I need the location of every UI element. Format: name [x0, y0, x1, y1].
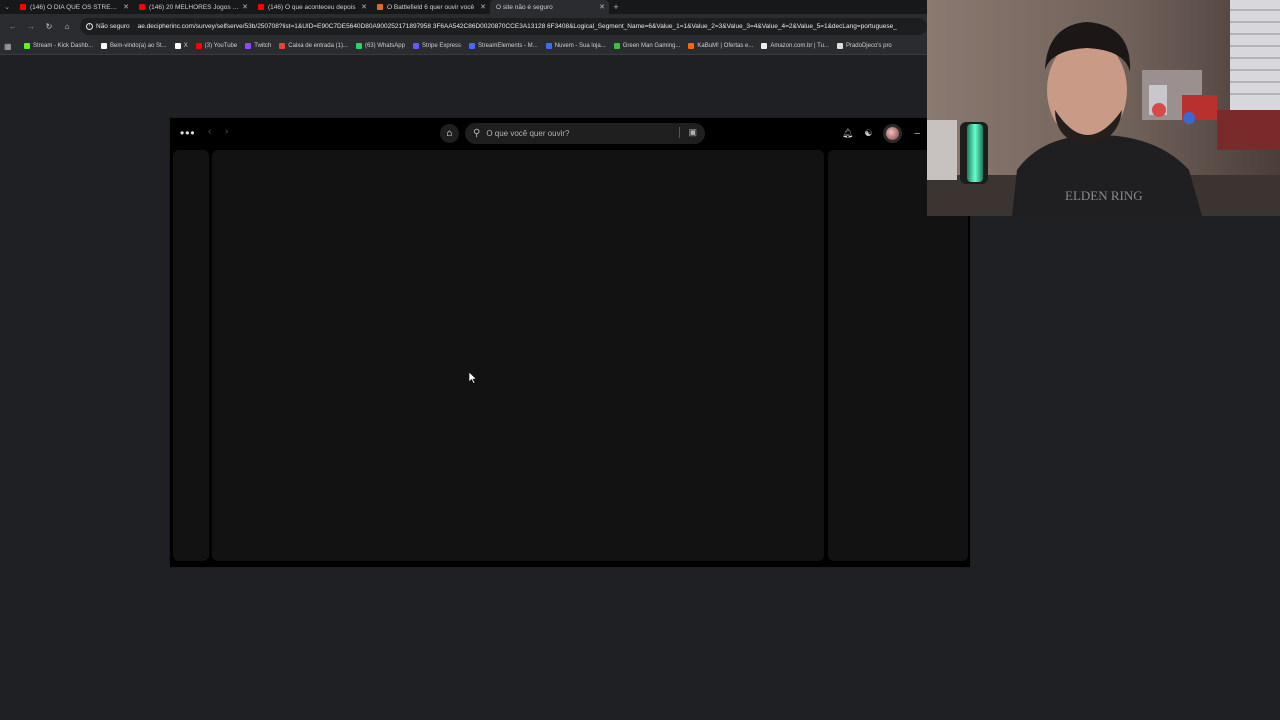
bookmark-item[interactable]: (63) WhatsApp	[355, 43, 405, 49]
bookmark-label: (3) YouTube	[204, 43, 238, 49]
bookmark-favicon-icon	[279, 43, 286, 49]
bookmark-favicon-icon	[174, 43, 181, 49]
bookmark-item[interactable]: Caixa de entrada (1)...	[279, 43, 348, 49]
close-icon[interactable]: ✕	[123, 3, 129, 11]
mouse-cursor-icon	[469, 372, 477, 384]
url-text: ae.decipherinc.com/survey/selfserve/53b/…	[137, 22, 897, 30]
security-warning[interactable]: ! Não seguro	[86, 22, 130, 30]
bookmark-label: Caixa de entrada (1)...	[288, 43, 348, 49]
youtube-icon	[20, 4, 26, 10]
bookmark-favicon-icon	[24, 43, 30, 49]
home-icon: ⌂	[446, 128, 453, 139]
bookmark-label: StreamElements - M...	[478, 43, 538, 49]
bookmark-item[interactable]: Twitch	[245, 43, 271, 49]
new-tab-plus-icon[interactable]: +	[609, 2, 623, 12]
close-icon[interactable]: ✕	[599, 3, 605, 11]
home-icon[interactable]: ⌂	[58, 17, 76, 35]
bookmark-item[interactable]: Nuvem - Sua loja...	[545, 43, 606, 49]
bookmark-item[interactable]: X	[174, 43, 188, 49]
tab-title: (146) O DIA QUE OS STREAMI	[30, 3, 121, 11]
library-sidebar	[173, 150, 209, 561]
bookmark-item[interactable]: KaBuM! | Ofertas e...	[688, 43, 753, 49]
bookmark-item[interactable]: PradoDjeco's pro	[836, 43, 892, 49]
bookmark-label: Twitch	[254, 43, 272, 49]
close-icon[interactable]: ✕	[361, 3, 367, 11]
reload-icon[interactable]: ↻	[40, 17, 58, 35]
youtube-icon	[139, 4, 145, 10]
browser-tab[interactable]: (146) O que aconteceu depois ✕	[252, 0, 371, 14]
browser-tab[interactable]: O Battlefield 6 quer ouvir você ✕	[371, 0, 490, 14]
bookmarks-bar: ▦ Stream - Kick Dashb... Bem-vindo(a) ao …	[0, 38, 927, 55]
forward-arrow-icon[interactable]: →	[22, 17, 40, 35]
bookmark-label: (63) WhatsApp	[364, 43, 405, 49]
gmail-icon	[377, 4, 383, 10]
bookmark-favicon-icon	[355, 43, 362, 49]
bookmark-label: KaBuM! | Ofertas e...	[697, 43, 754, 49]
youtube-icon	[258, 4, 264, 10]
close-icon[interactable]: ✕	[242, 3, 248, 11]
minimize-icon[interactable]: –	[914, 128, 920, 139]
tab-title: O Battlefield 6 quer ouvir você	[387, 3, 475, 11]
bookmark-favicon-icon	[761, 43, 768, 49]
bookmark-favicon-icon	[545, 43, 552, 49]
tab-search-chevron-icon[interactable]: ⌄	[0, 0, 14, 14]
spotify-top-bar: ••• ‹ › ⌂ ⚲ O que você quer ouvir? ▣ 🔔︎ …	[170, 118, 970, 148]
avatar[interactable]	[883, 124, 903, 143]
bookmark-label: Amazon.com.br | Tu...	[770, 43, 829, 49]
friends-activity-icon[interactable]: ☯	[864, 128, 872, 139]
security-label: Não seguro	[96, 22, 130, 30]
bookmark-favicon-icon	[195, 43, 202, 49]
browser-tab[interactable]: (146) 20 MELHORES Jogos de ✕	[133, 0, 252, 14]
bookmark-label: Stripe Express	[421, 43, 461, 49]
bookmark-item[interactable]: (3) YouTube	[195, 43, 238, 49]
search-input[interactable]: ⚲ O que você quer ouvir? ▣	[465, 123, 705, 144]
bookmark-item[interactable]: Bem-vindo(a) ao St...	[101, 43, 167, 49]
bookmark-label: X	[183, 43, 188, 49]
search-icon: ⚲	[473, 128, 481, 139]
bookmark-favicon-icon	[613, 43, 620, 49]
bookmark-item[interactable]: Stream - Kick Dashb...	[24, 43, 93, 49]
webcam-overlay: ELDEN RING	[927, 0, 1280, 216]
bookmark-label: Stream - Kick Dashb...	[33, 43, 94, 49]
tab-strip: ⌄ (146) O DIA QUE OS STREAMI ✕ (146) 20 …	[0, 0, 927, 14]
browse-icon[interactable]: ▣	[679, 127, 697, 138]
browser-toolbar: ← → ↻ ⌂ ! Não seguro ae.decipherinc.com/s…	[0, 14, 927, 38]
bookmark-item[interactable]: StreamElements - M...	[469, 43, 538, 49]
bookmark-favicon-icon	[245, 43, 252, 49]
streamer-webcam-image: ELDEN RING	[927, 0, 1280, 216]
forward-chevron-icon[interactable]: ›	[225, 126, 228, 137]
bookmark-item[interactable]: Stripe Express	[412, 43, 461, 49]
bookmark-favicon-icon	[101, 43, 108, 49]
bell-icon[interactable]: 🔔︎	[842, 128, 853, 139]
tab-title: O site não é seguro	[496, 3, 553, 11]
bookmark-item[interactable]: Amazon.com.br | Tu...	[761, 43, 829, 49]
shirt-print-text: ELDEN RING	[1065, 188, 1143, 203]
address-bar[interactable]: ! Não seguro ae.decipherinc.com/survey/se…	[80, 17, 927, 35]
more-options-icon[interactable]: •••	[180, 126, 196, 140]
apps-grid-icon[interactable]: ▦	[4, 42, 16, 51]
bookmark-favicon-icon	[469, 43, 475, 49]
warning-icon: !	[86, 22, 93, 30]
bookmark-favicon-icon	[688, 43, 695, 49]
bookmark-favicon-icon	[412, 43, 419, 49]
bookmark-label: Green Man Gaming...	[622, 43, 681, 49]
back-arrow-icon[interactable]: ←	[4, 17, 22, 35]
close-icon[interactable]: ✕	[480, 3, 486, 11]
browser-tab-active[interactable]: O site não é seguro ✕	[490, 0, 609, 14]
browser-tab[interactable]: (146) O DIA QUE OS STREAMI ✕	[14, 0, 133, 14]
bookmark-item[interactable]: Green Man Gaming...	[613, 43, 681, 49]
home-button[interactable]: ⌂	[440, 124, 459, 143]
tab-title: (146) O que aconteceu depois	[268, 3, 356, 11]
spotify-window: ••• ‹ › ⌂ ⚲ O que você quer ouvir? ▣ 🔔︎ …	[169, 117, 971, 568]
bookmark-favicon-icon	[836, 43, 843, 49]
bookmark-label: Bem-vindo(a) ao St...	[110, 43, 167, 49]
back-chevron-icon[interactable]: ‹	[208, 126, 211, 137]
tab-title: (146) 20 MELHORES Jogos de	[149, 3, 240, 11]
main-view	[212, 150, 824, 561]
search-placeholder: O que você quer ouvir?	[486, 129, 570, 138]
bookmark-label: PradoDjeco's pro	[845, 43, 892, 49]
bookmark-label: Nuvem - Sua loja...	[554, 43, 606, 49]
